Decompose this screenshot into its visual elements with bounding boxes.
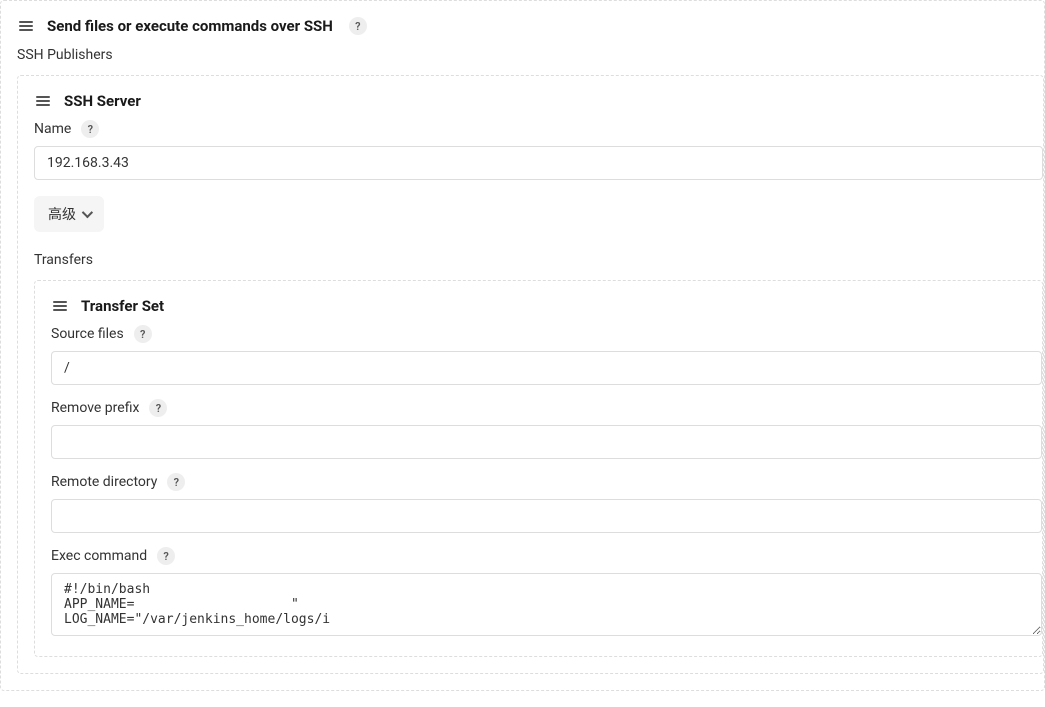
help-icon[interactable]: ? [81,120,99,138]
transfer-set-panel: Transfer Set Source files ? Remove prefi… [34,280,1043,657]
build-step-title: Send files or execute commands over SSH [47,17,333,35]
source-files-label: Source files [51,326,124,342]
source-files-input[interactable] [51,351,1042,385]
chevron-down-icon [82,207,93,218]
ssh-server-title: SSH Server [64,92,141,110]
help-icon[interactable]: ? [349,17,367,35]
ssh-server-panel: SSH Server Name ? 高级 Transfers Transfer … [17,75,1044,674]
remote-directory-input[interactable] [51,499,1042,533]
drag-handle-icon[interactable] [34,94,52,108]
remote-directory-label: Remote directory [51,474,157,490]
help-icon[interactable]: ? [167,473,185,491]
remove-prefix-label: Remove prefix [51,400,139,416]
drag-handle-icon[interactable] [17,19,35,33]
advanced-label: 高级 [48,204,76,224]
name-label: Name [34,121,71,137]
drag-handle-icon[interactable] [51,299,69,313]
ssh-publishers-label: SSH Publishers [17,47,1044,63]
advanced-button[interactable]: 高级 [34,196,104,232]
remove-prefix-input[interactable] [51,425,1042,459]
help-icon[interactable]: ? [134,325,152,343]
exec-command-label: Exec command [51,548,147,564]
ssh-build-step-panel: Send files or execute commands over SSH … [0,0,1045,691]
exec-command-textarea[interactable]: #!/bin/bash APP_NAME= " LOG_NAME="/var/j… [51,573,1042,636]
help-icon[interactable]: ? [157,547,175,565]
help-icon[interactable]: ? [149,399,167,417]
name-input[interactable] [34,146,1043,180]
transfers-label: Transfers [34,252,1043,268]
transfer-set-title: Transfer Set [81,297,164,315]
